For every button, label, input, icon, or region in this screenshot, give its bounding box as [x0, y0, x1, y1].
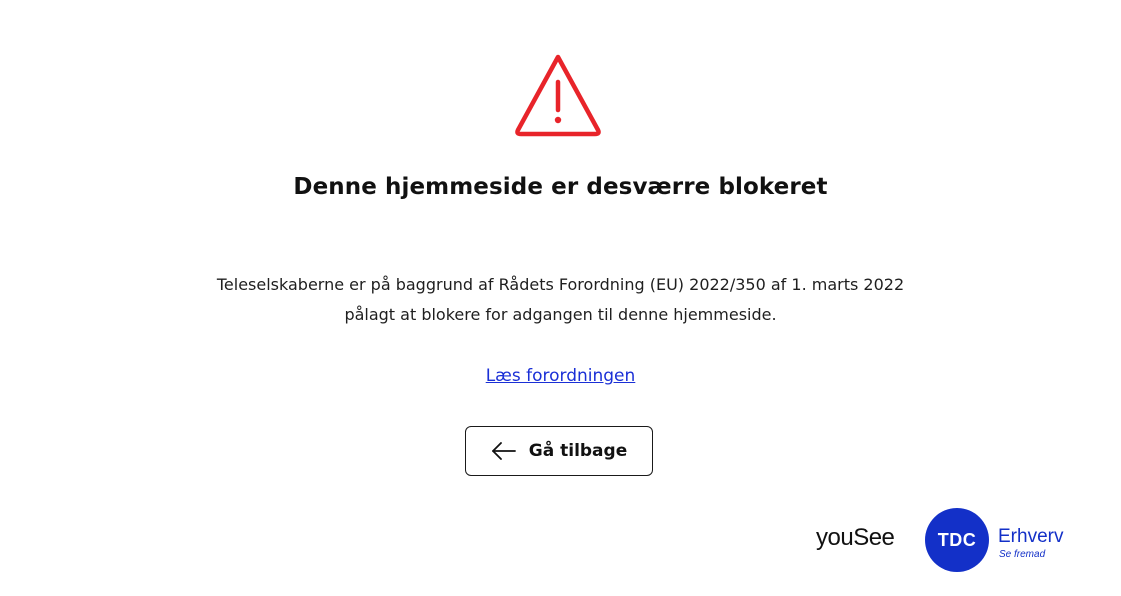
go-back-label: Gå tilbage — [528, 441, 628, 461]
explanation-line-2: pålagt at blokere for adgangen til denne… — [344, 305, 777, 324]
tdc-logo-text: TDC — [937, 529, 977, 550]
warning-triangle-icon — [515, 54, 601, 137]
explanation-line-1: Teleselskaberne er på baggrund af Rådets… — [216, 275, 905, 294]
read-regulation-link[interactable]: Læs forordningen — [486, 366, 636, 386]
tdc-logo: TDC — [925, 508, 989, 572]
blocked-page: Denne hjemmeside er desværre blokeret Te… — [0, 0, 1121, 596]
go-back-button[interactable]: Gå tilbage — [465, 426, 653, 476]
tdc-tagline: Se fremad — [999, 549, 1046, 560]
tdc-erhverv-text: Erhverv — [998, 526, 1064, 547]
regulation-link-container: Læs forordningen — [0, 366, 1121, 386]
page-title: Denne hjemmeside er desværre blokeret — [293, 174, 828, 200]
yousee-logo: youSee — [816, 524, 895, 551]
arrow-left-icon — [491, 442, 516, 460]
explanation-text: Teleselskaberne er på baggrund af Rådets… — [0, 270, 1121, 330]
